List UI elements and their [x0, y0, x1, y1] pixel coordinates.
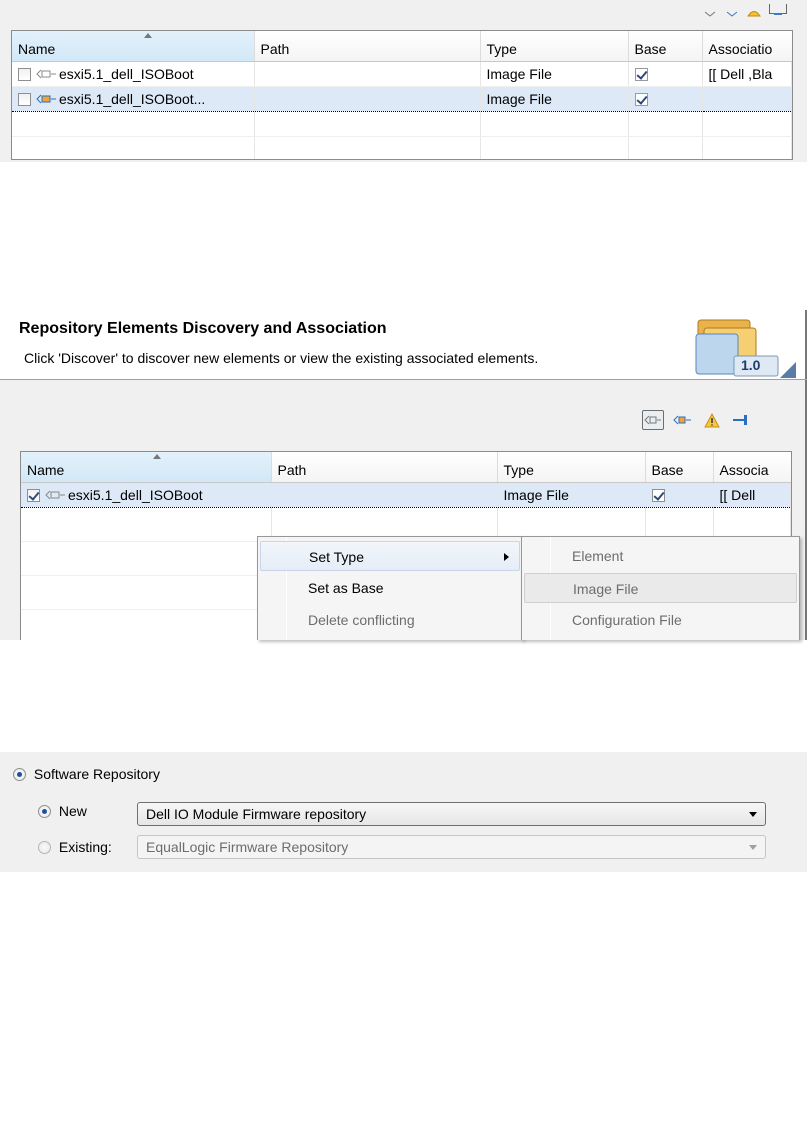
image-file-icon[interactable] [725, 4, 739, 17]
row-name: esxi5.1_dell_ISOBoot [59, 65, 194, 82]
new-repository-value: Dell IO Module Firmware repository [146, 806, 367, 822]
column-header-association[interactable]: Associatio [702, 31, 792, 62]
element-icon[interactable] [703, 4, 717, 17]
discovery-toolbar [642, 410, 751, 430]
column-header-name[interactable]: Name [12, 31, 255, 62]
config-file-icon[interactable] [769, 4, 787, 15]
image-file-filter-button[interactable] [673, 410, 693, 430]
table-row-empty [12, 111, 792, 137]
image-file-icon [36, 94, 56, 103]
row-checkbox[interactable] [18, 67, 31, 81]
existing-label: Existing: [58, 839, 112, 855]
image-file-icon [673, 415, 691, 425]
row-type: Image File [486, 65, 552, 82]
software-repository-option[interactable]: Software Repository [13, 766, 160, 782]
base-checkbox[interactable] [651, 488, 665, 502]
context-menu: Set Type Set as Base Delete conflicting [257, 536, 523, 640]
existing-repository-value: EqualLogic Firmware Repository [146, 839, 349, 855]
element-filter-button[interactable] [642, 410, 664, 430]
row-type: Image File [503, 486, 569, 503]
column-header-type[interactable]: Type [497, 452, 646, 483]
column-header-path[interactable]: Path [271, 452, 498, 483]
warning-icon [704, 412, 720, 427]
software-repository-radio[interactable] [13, 768, 26, 781]
repository-selection-panel: Software Repository New Dell IO Module F… [0, 752, 807, 872]
base-checkbox[interactable] [634, 92, 648, 106]
new-label: New [58, 803, 87, 819]
set-type-submenu: Element Image File Configuration File [521, 536, 800, 640]
new-repository-option[interactable]: New [38, 803, 87, 819]
column-header-base[interactable]: Base [645, 452, 714, 483]
submenu-item-image-file[interactable]: Image File [524, 573, 797, 603]
sort-ascending-icon [144, 33, 152, 38]
config-file-icon [733, 415, 747, 425]
new-repository-dropdown[interactable]: Dell IO Module Firmware repository [137, 802, 766, 826]
menu-item-delete-conflicting[interactable]: Delete conflicting [260, 605, 520, 635]
warning-filter-button[interactable] [702, 410, 722, 430]
table-row[interactable]: esxi5.1_dell_ISOBoot Image File [[ Dell [21, 481, 791, 508]
row-name: esxi5.1_dell_ISOBoot... [59, 90, 206, 107]
config-file-filter-button[interactable] [731, 410, 751, 430]
row-association: [[ Dell [719, 486, 756, 503]
software-repository-label: Software Repository [33, 766, 160, 782]
row-association: [[ Dell ,Bla [708, 65, 773, 82]
chevron-down-icon [749, 845, 757, 850]
existing-repository-dropdown[interactable]: EqualLogic Firmware Repository [137, 835, 766, 859]
table-header-row: Name Path Type Base Associa [21, 452, 791, 483]
column-header-path[interactable]: Path [254, 31, 481, 62]
sort-ascending-icon [153, 454, 161, 459]
panel-elements-table-top: Name Path Type Base Associatio esxi5.1_d… [0, 0, 807, 162]
version-badge: 1.0 [741, 357, 761, 373]
element-icon [45, 490, 65, 499]
table-row-empty [12, 136, 792, 159]
wizard-title: Repository Elements Discovery and Associ… [19, 320, 387, 337]
row-checkbox[interactable] [27, 488, 40, 502]
chevron-down-icon [749, 812, 757, 817]
column-header-base[interactable]: Base [628, 31, 703, 62]
table-row[interactable]: esxi5.1_dell_ISOBoot... Image File [12, 85, 792, 112]
column-header-type[interactable]: Type [480, 31, 629, 62]
existing-repository-option[interactable]: Existing: [38, 839, 112, 855]
new-radio[interactable] [38, 805, 51, 818]
column-header-association[interactable]: Associa [713, 452, 791, 483]
row-name: esxi5.1_dell_ISOBoot [68, 486, 203, 503]
wizard-header: Repository Elements Discovery and Associ… [0, 310, 807, 380]
element-icon [644, 415, 661, 425]
column-header-name[interactable]: Name [21, 452, 272, 483]
element-icon [36, 69, 56, 78]
existing-radio[interactable] [38, 841, 51, 854]
menu-item-set-type[interactable]: Set Type [260, 541, 520, 571]
menu-item-set-as-base[interactable]: Set as Base [260, 573, 520, 603]
submenu-item-element[interactable]: Element [524, 541, 797, 571]
submenu-arrow-icon [504, 553, 509, 561]
table-row[interactable]: esxi5.1_dell_ISOBoot Image File [[ Dell … [12, 61, 792, 87]
panel1-toolbar [703, 0, 787, 17]
submenu-item-configuration-file[interactable]: Configuration File [524, 605, 797, 635]
row-checkbox[interactable] [18, 92, 31, 106]
table-header-row: Name Path Type Base Associatio [12, 31, 792, 62]
elements-table: Name Path Type Base Associatio esxi5.1_d… [11, 30, 793, 160]
base-checkbox[interactable] [634, 67, 648, 81]
warning-icon[interactable] [747, 4, 761, 17]
wizard-description: Click 'Discover' to discover new element… [24, 350, 539, 366]
row-type: Image File [486, 90, 552, 107]
